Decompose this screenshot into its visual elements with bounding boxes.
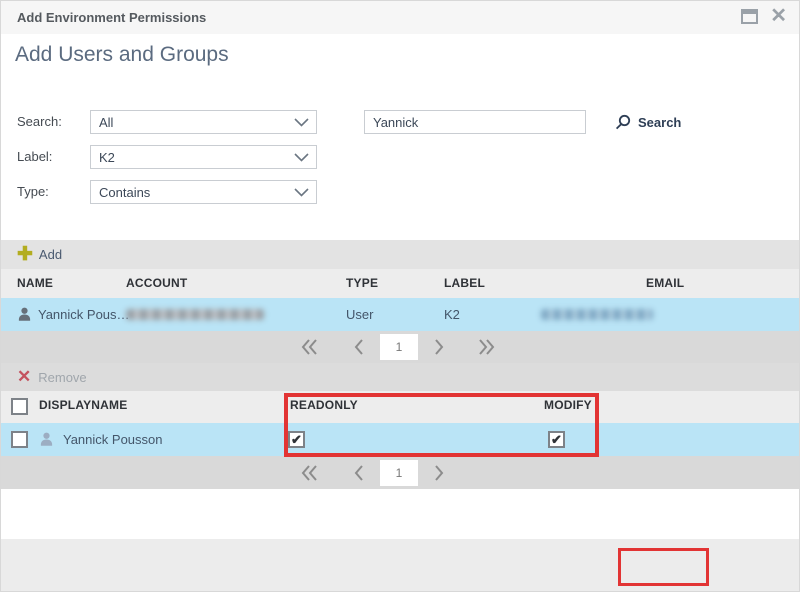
next-page-button[interactable] <box>434 339 444 355</box>
permissions-pagination: 1 <box>1 456 799 489</box>
remove-button-label: Remove <box>38 370 86 385</box>
remove-button[interactable]: ✕ Remove <box>1 363 799 391</box>
email-redacted <box>541 309 653 320</box>
remove-x-icon: ✕ <box>17 369 31 385</box>
result-name: Yannick Pous… <box>38 298 130 331</box>
first-page-button[interactable] <box>301 339 318 355</box>
search-scope-select[interactable]: All <box>90 110 317 134</box>
add-environment-permissions-dialog: Add Environment Permissions ✕ Add Users … <box>0 0 800 592</box>
column-header-account[interactable]: ACCOUNT <box>126 269 187 298</box>
type-select[interactable]: Contains <box>90 180 317 204</box>
plus-icon: ✚ <box>17 246 33 264</box>
maximize-icon[interactable] <box>741 9 758 24</box>
user-icon <box>17 306 32 328</box>
search-scope-value: All <box>99 115 113 130</box>
dialog-title: Add Environment Permissions <box>1 10 206 25</box>
column-header-name[interactable]: NAME <box>17 269 53 298</box>
result-label: K2 <box>444 298 460 331</box>
column-header-email[interactable]: EMAIL <box>646 269 684 298</box>
row-select-checkbox[interactable] <box>11 431 28 448</box>
column-header-label[interactable]: LABEL <box>444 269 485 298</box>
chevron-down-icon <box>294 118 309 127</box>
select-all-checkbox[interactable] <box>11 398 28 415</box>
close-icon[interactable]: ✕ <box>770 8 787 24</box>
search-button-label: Search <box>638 115 681 130</box>
previous-page-button[interactable] <box>354 339 364 355</box>
label-select-value: K2 <box>99 150 115 165</box>
label-field-label: Label: <box>17 145 52 169</box>
page-title: Add Users and Groups <box>15 43 229 67</box>
results-pagination: 1 <box>1 331 799 363</box>
search-input[interactable] <box>364 110 586 134</box>
title-bar: Add Environment Permissions ✕ <box>1 1 799 34</box>
table-row[interactable]: Yannick Pousson ✔ ✔ <box>1 423 799 456</box>
results-table-header: NAME ACCOUNT TYPE LABEL EMAIL <box>1 269 799 298</box>
user-icon <box>39 431 54 453</box>
last-page-button[interactable] <box>478 339 495 355</box>
type-select-value: Contains <box>99 185 150 200</box>
previous-page-button[interactable] <box>354 465 364 481</box>
search-field-label: Search: <box>17 110 62 134</box>
add-button-label: Add <box>39 247 62 262</box>
page-number-box[interactable]: 1 <box>380 334 418 360</box>
first-page-button[interactable] <box>301 465 318 481</box>
chevron-down-icon <box>294 153 309 162</box>
page-number-box[interactable]: 1 <box>380 460 418 486</box>
readonly-checkbox[interactable]: ✔ <box>288 431 305 448</box>
search-icon <box>615 114 631 130</box>
type-field-label: Type: <box>17 180 49 204</box>
column-header-type[interactable]: TYPE <box>346 269 378 298</box>
column-header-displayname[interactable]: DISPLAYNAME <box>39 391 127 423</box>
label-select[interactable]: K2 <box>90 145 317 169</box>
account-redacted <box>126 309 264 320</box>
next-page-button[interactable] <box>434 465 444 481</box>
search-button[interactable]: Search <box>615 110 681 134</box>
displayname-cell: Yannick Pousson <box>63 423 163 456</box>
table-row[interactable]: Yannick Pous… User K2 <box>1 298 799 331</box>
chevron-down-icon <box>294 188 309 197</box>
column-header-modify[interactable]: MODIFY <box>544 391 592 423</box>
dialog-footer: OK Close <box>1 539 799 592</box>
permissions-table-header: DISPLAYNAME READONLY MODIFY <box>1 391 799 423</box>
add-button[interactable]: ✚ Add <box>1 240 799 269</box>
column-header-readonly[interactable]: READONLY <box>290 391 358 423</box>
result-type: User <box>346 298 373 331</box>
modify-checkbox[interactable]: ✔ <box>548 431 565 448</box>
